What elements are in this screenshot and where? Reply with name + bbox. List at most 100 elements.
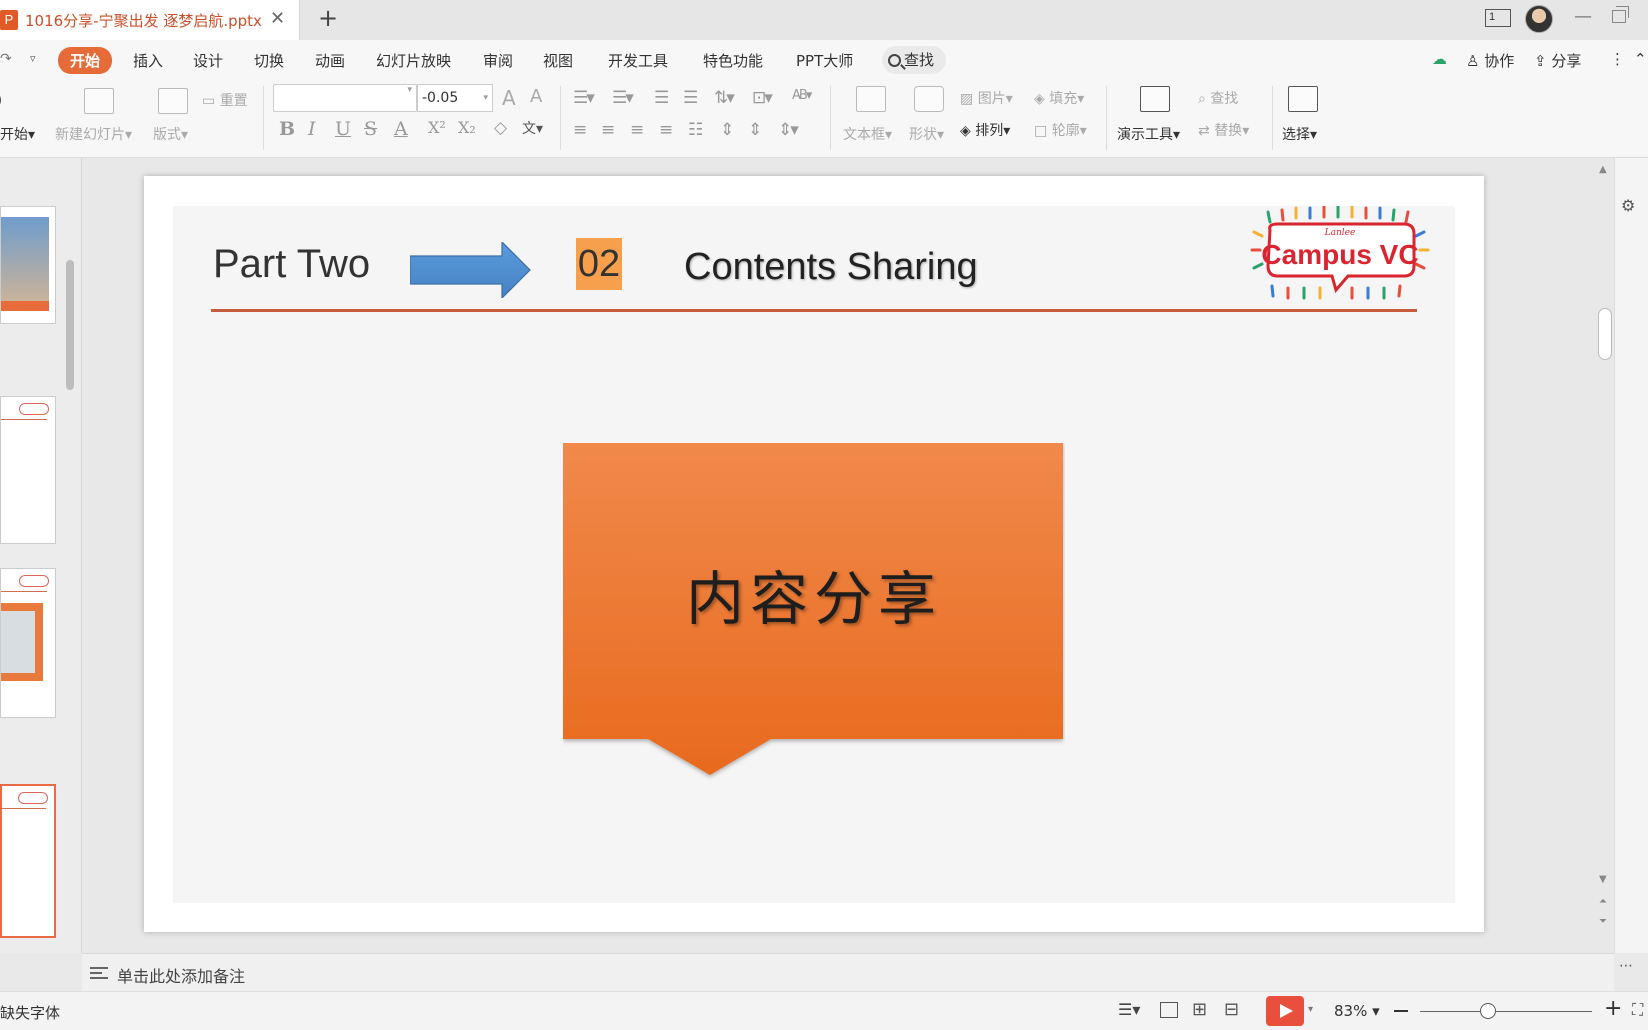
- restore-window-icon[interactable]: [1612, 6, 1629, 23]
- menu-tab-developer[interactable]: 开发工具: [608, 50, 668, 71]
- menu-tab-features[interactable]: 特色功能: [703, 50, 763, 71]
- bold-icon[interactable]: B: [279, 118, 295, 140]
- new-slide-icon[interactable]: [84, 88, 114, 114]
- subscript-icon[interactable]: X₂: [458, 118, 476, 137]
- convert-to-smartart-icon[interactable]: AB▾: [792, 88, 812, 103]
- select-icon[interactable]: [1288, 86, 1318, 112]
- zoom-in-button[interactable]: +: [1604, 996, 1622, 1021]
- distribute-icon[interactable]: ☷: [688, 120, 703, 140]
- redo-icon[interactable]: ↷: [0, 51, 12, 67]
- properties-icon[interactable]: ⚙: [1621, 196, 1635, 215]
- section-number-badge[interactable]: 02: [576, 238, 622, 290]
- callout-text[interactable]: 内容分享: [563, 552, 1065, 636]
- menu-tab-home[interactable]: 开始: [58, 47, 113, 74]
- presentation-tools-button[interactable]: 演示工具▾: [1117, 124, 1180, 144]
- layout-icon[interactable]: [158, 88, 188, 114]
- collapse-ribbon-icon[interactable]: ⌃: [1634, 50, 1647, 68]
- font-family-select[interactable]: ▾: [273, 84, 417, 112]
- previous-slide-icon[interactable]: ⏶: [1599, 896, 1607, 907]
- cloud-sync-icon[interactable]: ☁: [1432, 50, 1447, 68]
- justify-icon[interactable]: ≡: [659, 120, 673, 140]
- menu-tab-transitions[interactable]: 切换: [254, 50, 284, 71]
- text-box-icon[interactable]: [856, 86, 886, 112]
- fit-window-icon[interactable]: ⛶: [1632, 1000, 1643, 1020]
- reset-button[interactable]: ▭ 重置: [202, 90, 248, 110]
- next-slide-icon[interactable]: ⏷: [1599, 916, 1607, 927]
- text-direction-icon[interactable]: ⇅▾: [714, 88, 735, 108]
- layout-button[interactable]: 版式▾: [153, 124, 188, 144]
- slide-thumbnail-selected[interactable]: [0, 784, 56, 938]
- phonetic-guide-icon[interactable]: 文▾: [522, 118, 543, 138]
- section-title[interactable]: Contents Sharing: [684, 246, 978, 289]
- menu-tab-ppt-master[interactable]: PPT大师: [796, 50, 853, 71]
- close-tab-icon[interactable]: ✕: [270, 8, 285, 30]
- menu-search-button[interactable]: 查找: [882, 46, 946, 74]
- align-right-icon[interactable]: ≡: [630, 120, 644, 140]
- reading-view-icon[interactable]: ⊟: [1224, 999, 1239, 1020]
- menu-tab-review[interactable]: 审阅: [483, 50, 513, 71]
- increase-indent-icon[interactable]: ☰: [683, 88, 698, 108]
- find-button[interactable]: ⌕ 查找: [1198, 88, 1238, 108]
- normal-view-icon[interactable]: [1160, 1002, 1178, 1018]
- slide-vertical-scrollbar[interactable]: ▲ ▼ ⏶ ⏷: [1594, 158, 1614, 953]
- notes-bar[interactable]: 单击此处添加备注: [82, 953, 1614, 991]
- play-options-chevron-icon[interactable]: ▾: [1308, 1004, 1313, 1015]
- paragraph-spacing-icon[interactable]: ⇕: [748, 120, 762, 140]
- shape-icon[interactable]: [914, 86, 944, 112]
- thumbnail-scrollbar[interactable]: [66, 260, 74, 390]
- new-tab-button[interactable]: +: [318, 4, 338, 32]
- collaborate-button[interactable]: ♙ 协作: [1466, 50, 1514, 71]
- italic-icon[interactable]: I: [308, 118, 316, 140]
- notes-toggle-icon[interactable]: ☰▾: [1118, 1000, 1140, 1019]
- start-slideshow-icon[interactable]: ): [0, 90, 2, 109]
- menu-tab-insert[interactable]: 插入: [133, 50, 163, 71]
- align-text-icon[interactable]: ⊡▾: [752, 88, 773, 108]
- superscript-icon[interactable]: X²: [428, 118, 446, 137]
- line-spacing-icon[interactable]: ⇕: [720, 120, 734, 140]
- minimize-icon[interactable]: —: [1574, 6, 1592, 27]
- page-count-icon[interactable]: 1: [1485, 9, 1511, 27]
- slide-thumbnail[interactable]: [0, 396, 56, 544]
- decrease-indent-icon[interactable]: ☰: [654, 88, 669, 108]
- user-avatar[interactable]: [1525, 5, 1553, 33]
- menu-tab-design[interactable]: 设计: [193, 50, 223, 71]
- menu-tab-animations[interactable]: 动画: [315, 50, 345, 71]
- outline-button[interactable]: □ 轮廓▾: [1034, 120, 1087, 140]
- zoom-slider-track[interactable]: [1420, 1011, 1592, 1012]
- fill-button[interactable]: ◈ 填充▾: [1034, 88, 1084, 108]
- menu-tab-view[interactable]: 视图: [543, 50, 573, 71]
- right-arrow-shape[interactable]: [410, 242, 532, 298]
- clear-format-icon[interactable]: ◇: [494, 118, 507, 138]
- more-tools-icon[interactable]: ⋯: [1619, 958, 1633, 974]
- slide-thumbnail[interactable]: [0, 568, 56, 718]
- quick-access-dropdown-icon[interactable]: ▿: [30, 52, 36, 65]
- slide-sorter-view-icon[interactable]: ⊞: [1192, 999, 1207, 1020]
- font-size-select[interactable]: -0.05 ▾: [417, 84, 493, 112]
- presentation-tools-icon[interactable]: [1140, 86, 1170, 112]
- zoom-out-button[interactable]: [1394, 1010, 1408, 1012]
- scroll-down-icon[interactable]: ▼: [1599, 874, 1607, 885]
- menu-tab-slideshow[interactable]: 幻灯片放映: [376, 50, 451, 71]
- scroll-up-icon[interactable]: ▲: [1599, 164, 1607, 175]
- align-center-icon[interactable]: ≡: [601, 120, 615, 140]
- zoom-slider-handle[interactable]: [1480, 1003, 1496, 1019]
- replace-button[interactable]: ⇄ 替换▾: [1198, 120, 1249, 140]
- picture-button[interactable]: ▨ 图片▾: [960, 88, 1013, 108]
- column-spacing-icon[interactable]: ⇕▾: [778, 120, 799, 140]
- zoom-level[interactable]: 83% ▾: [1334, 1002, 1380, 1020]
- shape-button[interactable]: 形状▾: [909, 124, 944, 144]
- decrease-font-icon[interactable]: A: [530, 86, 542, 107]
- arrange-button[interactable]: ◈ 排列▾: [960, 120, 1010, 140]
- numbered-list-icon[interactable]: ☰▾: [612, 88, 634, 108]
- more-options-icon[interactable]: ⋮: [1610, 50, 1625, 68]
- select-button[interactable]: 选择▾: [1282, 124, 1317, 144]
- underline-icon[interactable]: U: [335, 118, 351, 140]
- bullet-list-icon[interactable]: ☰▾: [573, 88, 595, 108]
- new-slide-button[interactable]: 新建幻灯片▾: [55, 124, 132, 144]
- document-tab[interactable]: P 1016分享-宁聚出发 逐梦启航.pptx ✕: [0, 0, 300, 40]
- font-color-icon[interactable]: A: [394, 118, 408, 140]
- scrollbar-thumb[interactable]: [1598, 308, 1612, 360]
- play-slideshow-button[interactable]: [1266, 996, 1304, 1026]
- align-left-icon[interactable]: ≡: [573, 120, 587, 140]
- missing-font-indicator[interactable]: 缺失字体: [0, 1002, 60, 1023]
